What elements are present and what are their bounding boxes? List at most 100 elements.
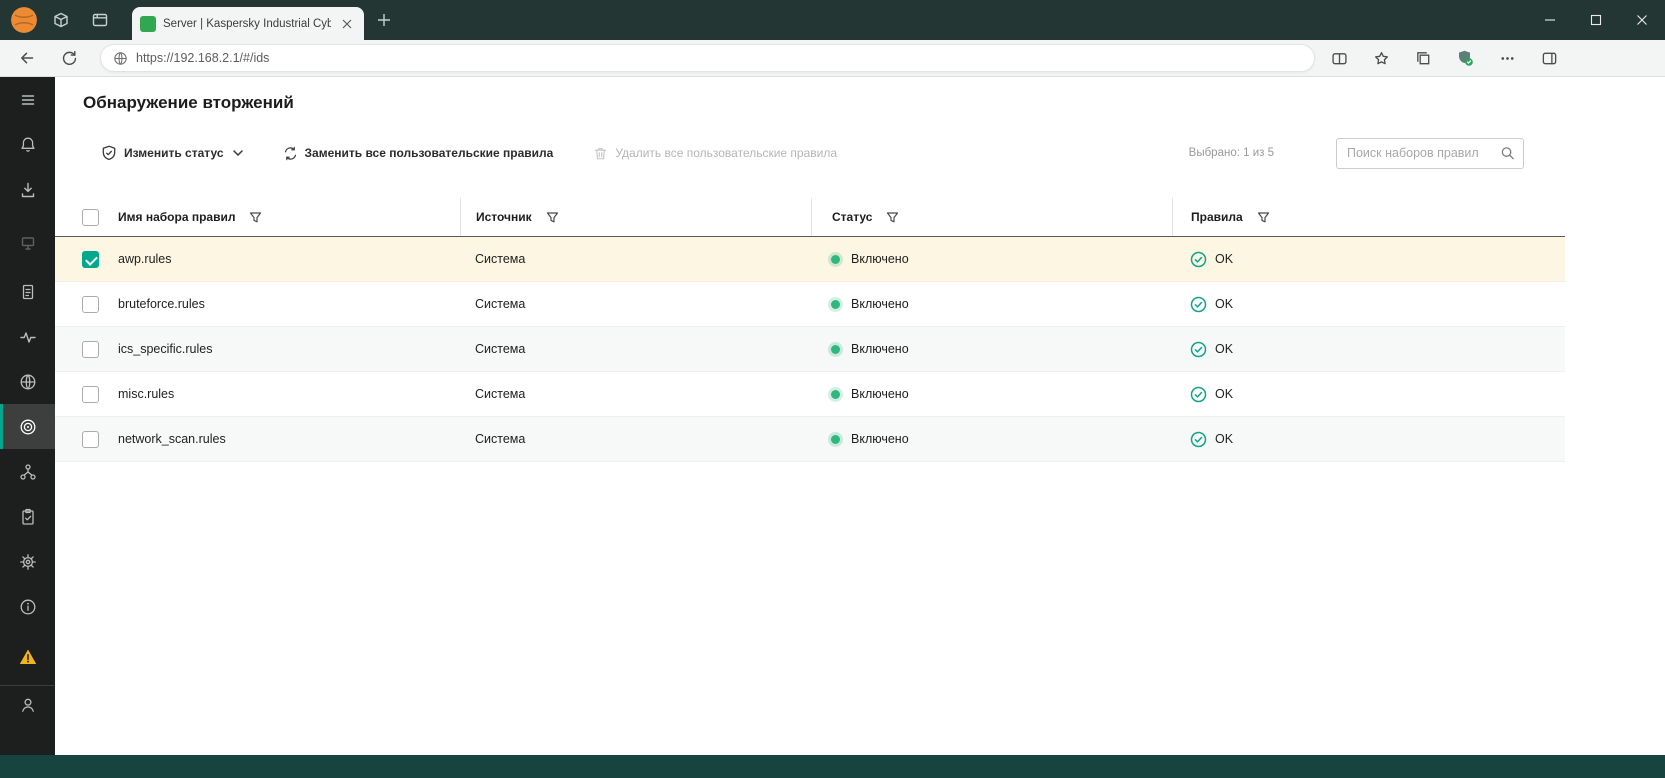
status-dot <box>831 389 840 399</box>
tab-title: Server | Kaspersky Industrial Cybe <box>163 17 331 30</box>
collections-icon[interactable] <box>1402 43 1444 73</box>
navbar-actions <box>1318 43 1570 73</box>
filter-source-icon[interactable] <box>546 211 559 224</box>
ruleset-name: ics_specific.rules <box>118 342 213 356</box>
events-pulse-icon[interactable] <box>0 314 55 359</box>
rules-search-box[interactable] <box>1336 137 1524 169</box>
rulesets-table: Имя набора правил Источник Статус Правил… <box>55 198 1565 462</box>
table-row[interactable]: misc.rules Система Включено OK <box>55 372 1565 417</box>
browser-tab[interactable]: Server | Kaspersky Industrial Cybe <box>132 7 364 40</box>
table-row[interactable]: ics_specific.rules Система Включено OK <box>55 327 1565 372</box>
app-sidebar <box>0 77 55 755</box>
menu-icon[interactable] <box>0 77 55 122</box>
workspaces-icon[interactable] <box>46 5 76 35</box>
maximize-button[interactable] <box>1573 0 1619 40</box>
ok-check-icon <box>1190 251 1207 268</box>
search-icon[interactable] <box>1500 146 1515 161</box>
filter-status-icon[interactable] <box>886 211 899 224</box>
rules-status-text: OK <box>1215 342 1234 356</box>
ruleset-name: awp.rules <box>118 252 172 266</box>
browser-titlebar: Server | Kaspersky Industrial Cybe <box>0 0 1665 40</box>
tab-favicon-icon <box>140 15 156 32</box>
status-text: Включено <box>851 387 909 401</box>
ruleset-name: bruteforce.rules <box>118 297 205 311</box>
topology-nodes-icon[interactable] <box>0 449 55 494</box>
search-input[interactable] <box>1337 138 1523 168</box>
address-bar[interactable]: https://192.168.2.1/#/ids <box>100 44 1315 72</box>
split-screen-icon[interactable] <box>1318 43 1360 73</box>
row-checkbox[interactable] <box>82 430 99 448</box>
tab-close-icon[interactable] <box>338 15 356 33</box>
rules-status-text: OK <box>1215 297 1234 311</box>
refresh-icon[interactable] <box>54 43 84 73</box>
column-status-label: Статус <box>832 210 873 224</box>
tab-actions-icon[interactable] <box>85 5 115 35</box>
filter-name-icon[interactable] <box>249 211 262 224</box>
ruleset-source: Система <box>475 297 526 311</box>
status-text: Включено <box>851 342 909 356</box>
page-content: Обнаружение вторжений Изменить статус За… <box>55 77 1665 755</box>
column-name-label: Имя набора правил <box>118 210 236 224</box>
ok-check-icon <box>1190 341 1207 358</box>
row-checkbox[interactable] <box>82 340 99 358</box>
rules-status-text: OK <box>1215 252 1234 266</box>
status-dot <box>831 299 840 309</box>
updates-download-icon[interactable] <box>0 167 55 212</box>
replace-all-rules-button[interactable]: Заменить все пользовательские правила <box>283 146 553 161</box>
app-footer <box>0 755 1665 778</box>
rules-status-text: OK <box>1215 432 1234 446</box>
status-dot <box>831 344 840 354</box>
selected-count: Выбрано: 1 из 5 <box>1188 147 1274 159</box>
ruleset-name: network_scan.rules <box>118 432 226 446</box>
table-row[interactable]: network_scan.rules Система Включено OK <box>55 417 1565 462</box>
filter-rules-icon[interactable] <box>1257 211 1270 224</box>
ruleset-source: Система <box>475 342 526 356</box>
sidebar-panel-icon[interactable] <box>1528 43 1570 73</box>
ok-check-icon <box>1190 431 1207 448</box>
hosts-icon[interactable] <box>0 220 55 265</box>
more-menu-icon[interactable] <box>1486 43 1528 73</box>
reports-icon[interactable] <box>0 269 55 314</box>
url-text[interactable]: https://192.168.2.1/#/ids <box>136 51 269 65</box>
status-dot <box>831 434 840 444</box>
license-warning-icon[interactable] <box>0 634 55 679</box>
network-map-globe-icon[interactable] <box>0 359 55 404</box>
table-body: awp.rules Система Включено OK bruteforce… <box>55 237 1565 462</box>
ruleset-source: Система <box>475 432 526 446</box>
settings-gear-icon[interactable] <box>0 539 55 584</box>
select-all-checkbox[interactable] <box>82 208 99 226</box>
ruleset-source: Система <box>475 252 526 266</box>
page-toolbar: Изменить статус Заменить все пользовател… <box>101 135 1524 171</box>
row-checkbox[interactable] <box>82 295 99 313</box>
status-dot <box>831 254 840 264</box>
notifications-bell-icon[interactable] <box>0 122 55 167</box>
close-button[interactable] <box>1619 0 1665 40</box>
delete-all-rules-label: Удалить все пользовательские правила <box>615 146 838 160</box>
column-source-label: Источник <box>476 210 532 224</box>
new-tab-button[interactable] <box>370 6 398 34</box>
row-checkbox[interactable] <box>82 250 99 268</box>
sync-icon <box>283 146 298 161</box>
page-title: Обнаружение вторжений <box>83 93 294 112</box>
favorites-star-icon[interactable] <box>1360 43 1402 73</box>
delete-all-rules-button[interactable]: Удалить все пользовательские правила <box>593 146 837 161</box>
table-row[interactable]: bruteforce.rules Система Включено OK <box>55 282 1565 327</box>
table-row[interactable]: awp.rules Система Включено OK <box>55 237 1565 282</box>
table-header: Имя набора правил Источник Статус Правил… <box>55 198 1565 237</box>
status-text: Включено <box>851 297 909 311</box>
status-text: Включено <box>851 252 909 266</box>
browser-navbar: https://192.168.2.1/#/ids <box>0 40 1665 77</box>
profile-avatar[interactable] <box>11 7 37 33</box>
ok-check-icon <box>1190 386 1207 403</box>
row-checkbox[interactable] <box>82 385 99 403</box>
back-icon[interactable] <box>12 43 42 73</box>
minimize-button[interactable] <box>1527 0 1573 40</box>
change-status-button[interactable]: Изменить статус <box>101 145 243 161</box>
intrusion-detection-icon[interactable] <box>0 404 55 449</box>
ok-check-icon <box>1190 296 1207 313</box>
user-account-icon[interactable] <box>0 685 55 755</box>
about-info-icon[interactable] <box>0 584 55 629</box>
audit-clipboard-icon[interactable] <box>0 494 55 539</box>
protection-extension-icon[interactable] <box>1444 43 1486 73</box>
trash-icon <box>593 146 608 161</box>
